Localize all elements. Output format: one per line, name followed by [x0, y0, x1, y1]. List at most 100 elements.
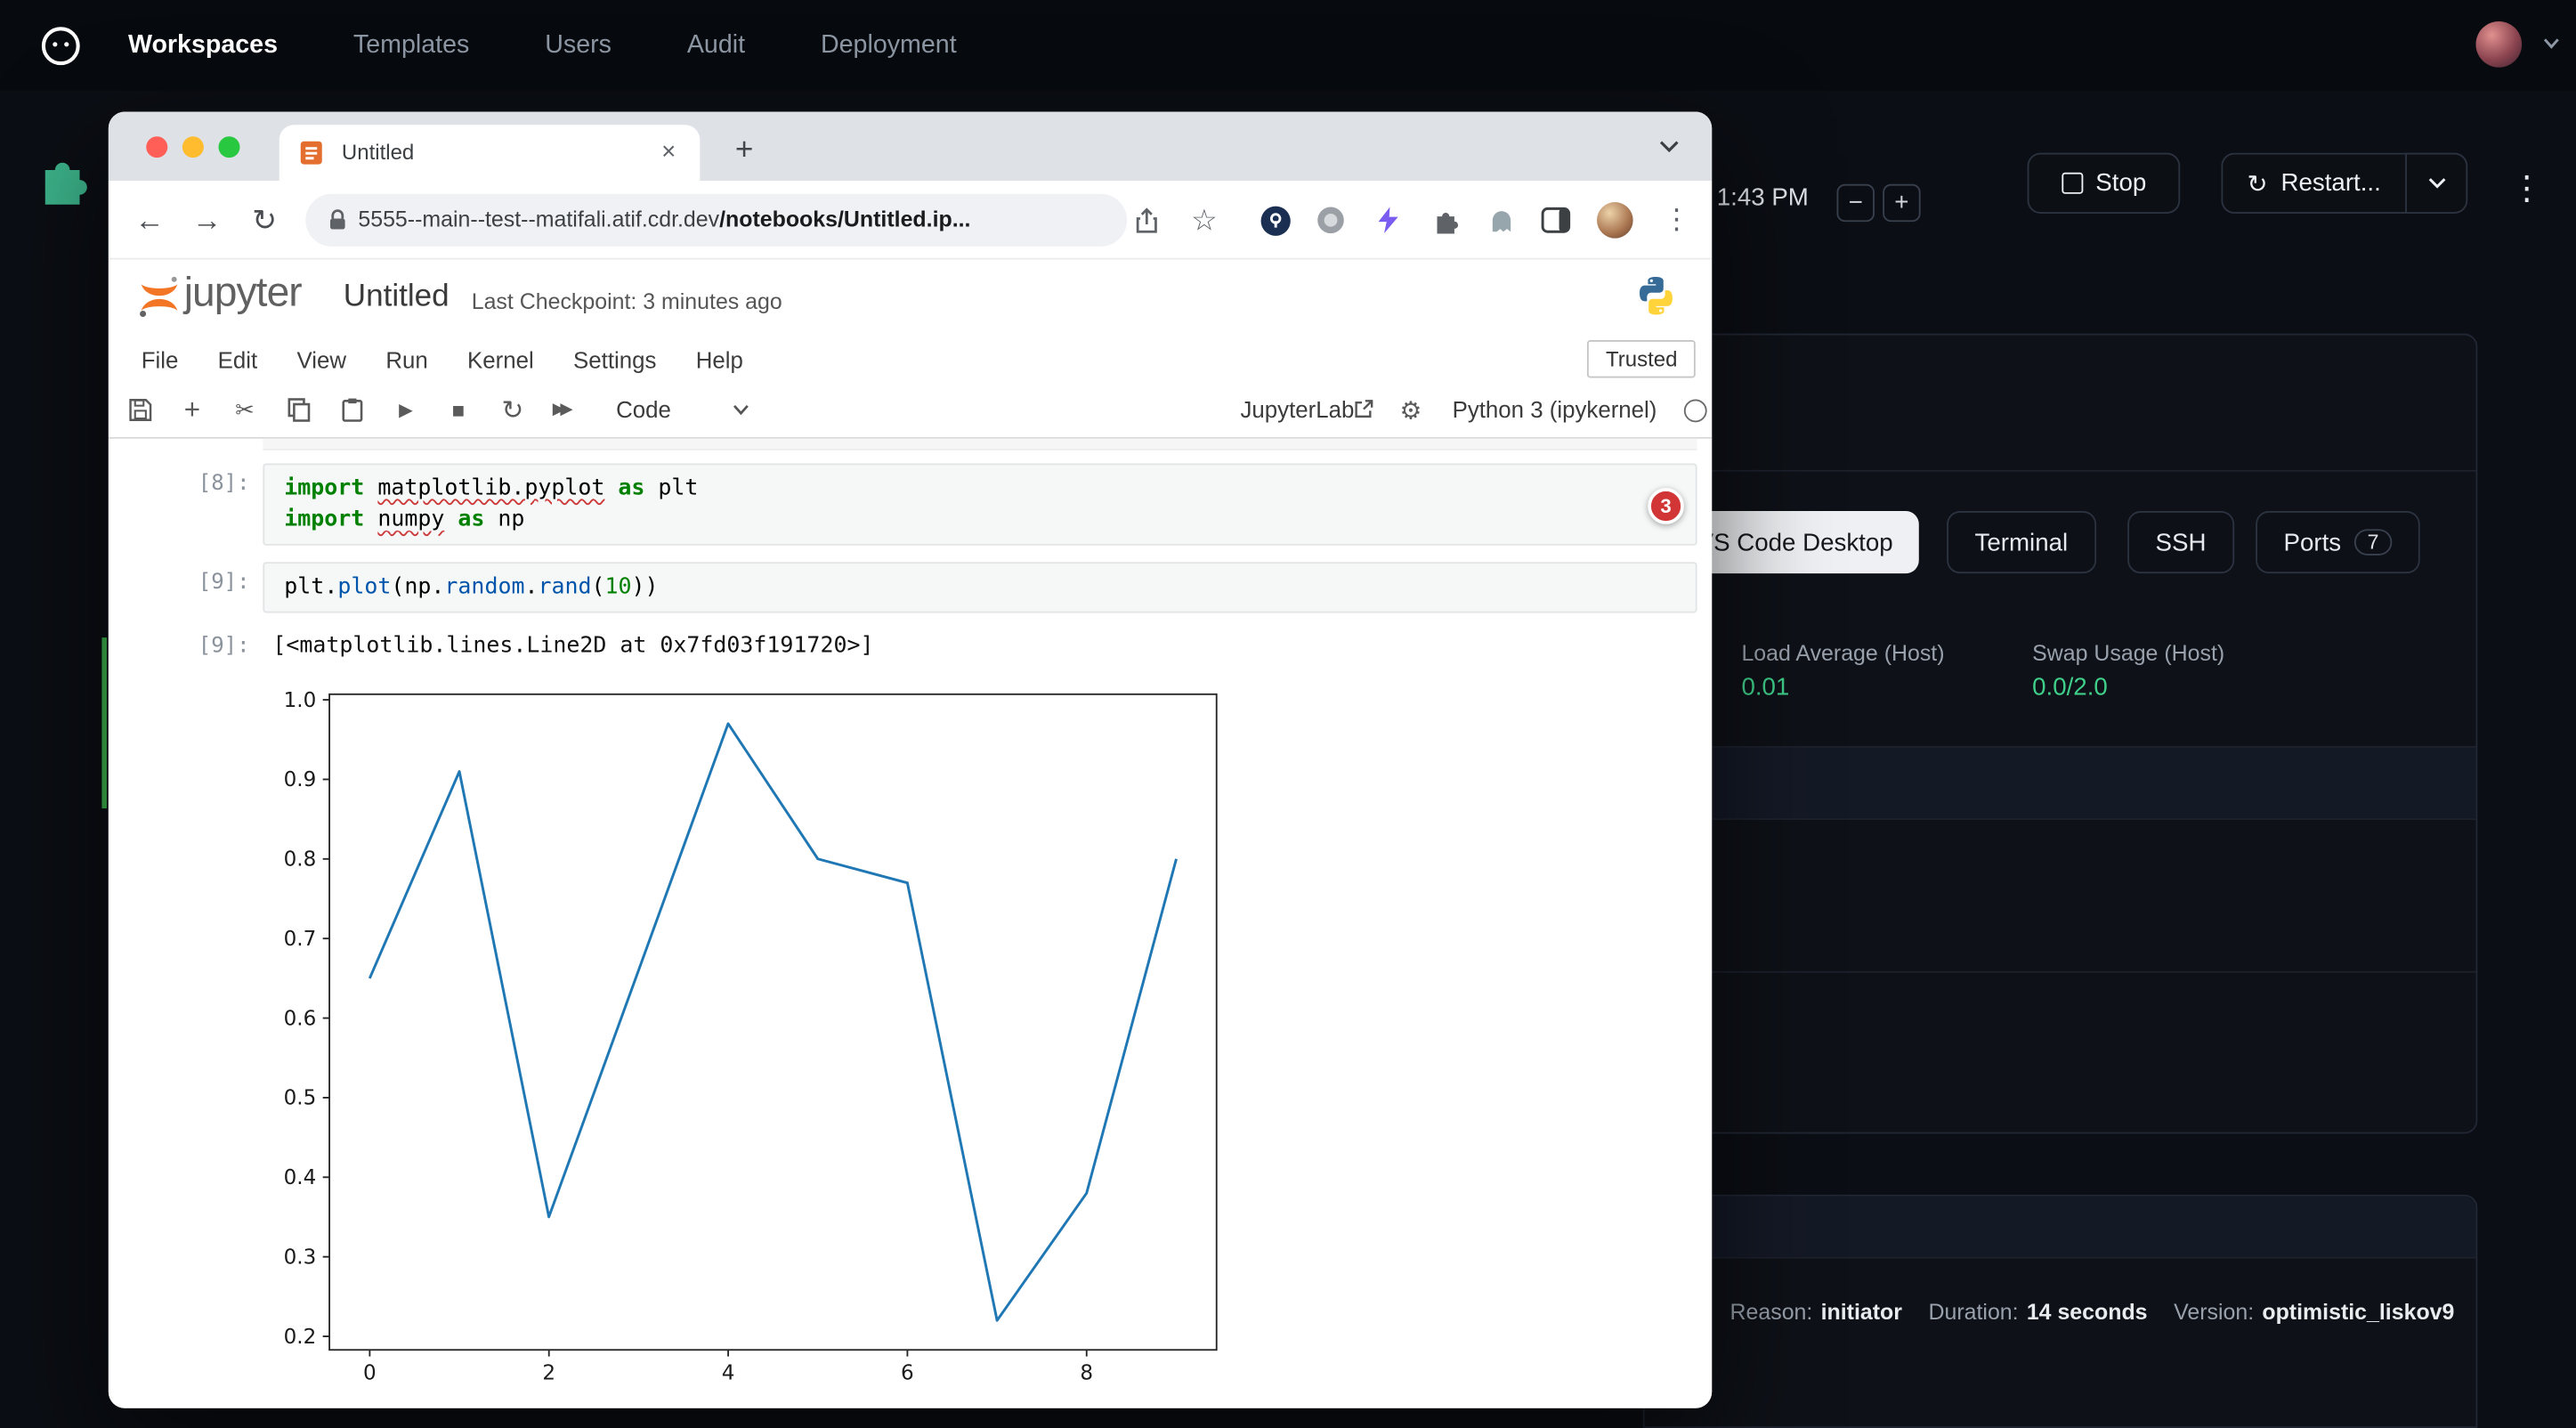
kernel-name[interactable]: Python 3 (ipykernel) [1453, 383, 1657, 437]
notebook-title[interactable]: Untitled [344, 280, 450, 316]
jupyter-header: jupyter Untitled Last Checkpoint: 3 minu… [109, 260, 1712, 337]
extension-1password-icon[interactable] [1259, 204, 1292, 237]
add-cell-button[interactable]: + [177, 383, 207, 437]
extensions-puzzle-icon[interactable] [1430, 204, 1462, 237]
nav-templates[interactable]: Templates [353, 30, 469, 60]
browser-toolbar: ← → ↻ 5555--main--test--matifali.atif.cd… [109, 181, 1712, 260]
reload-button[interactable]: ↻ [247, 181, 283, 260]
input-prompt: [8]: [142, 472, 250, 497]
screen: Workspaces Templates Users Audit Deploym… [0, 0, 2576, 1428]
nav-deployment[interactable]: Deployment [821, 30, 957, 60]
tab-strip: Untitled × + [109, 112, 1712, 182]
interrupt-kernel-button[interactable]: ■ [443, 383, 473, 437]
cell-type-caret-icon[interactable] [733, 404, 749, 416]
browser-window: Untitled × + ← → ↻ 5555--main--test--mat… [109, 112, 1712, 1408]
trusted-button[interactable]: Trusted [1588, 340, 1696, 377]
macos-close-button[interactable] [146, 136, 167, 158]
macos-minimize-button[interactable] [182, 136, 204, 158]
lock-icon[interactable] [327, 208, 348, 231]
extension-ghost-icon[interactable] [1486, 204, 1519, 237]
coder-nav: Workspaces Templates Users Audit Deploym… [128, 30, 957, 60]
output-prompt: [9]: [142, 634, 250, 659]
chevron-down-icon[interactable] [2543, 37, 2559, 49]
menu-edit[interactable]: Edit [218, 346, 258, 373]
build-version: optimistic_liskov9 [2262, 1300, 2454, 1325]
kernel-status-indicator[interactable] [1684, 400, 1707, 423]
code-cell[interactable]: plt.plot(np.random.rand(10)) [263, 562, 1697, 613]
paste-cells-button[interactable] [336, 383, 366, 437]
address-bar[interactable]: 5555--main--test--matifali.atif.cdr.dev/… [305, 194, 1127, 247]
coder-logo-icon[interactable] [33, 17, 89, 73]
jupyter-logo-icon[interactable] [138, 274, 181, 320]
output-text: [<matplotlib.lines.Line2D at 0x7fd03f191… [272, 633, 873, 660]
svg-text:8: 8 [1080, 1361, 1093, 1384]
ports-count-badge: 7 [2354, 529, 2392, 556]
svg-text:0.4: 0.4 [284, 1166, 317, 1189]
settings-gear-icon[interactable]: ⚙ [1400, 383, 1422, 437]
python-logo-icon [1634, 274, 1677, 317]
build-history-panel: Reason: initiator Duration: 14 seconds V… [1643, 1195, 2478, 1428]
notebook-favicon [299, 140, 324, 166]
open-jupyterlab-link[interactable]: JupyterLab [1241, 383, 1355, 437]
url-text: 5555--main--test--matifali.atif.cdr.dev/… [358, 194, 970, 247]
tab-close-icon[interactable]: × [654, 138, 684, 167]
extension-lightning-icon[interactable] [1372, 204, 1405, 237]
nav-users[interactable]: Users [545, 30, 612, 60]
matplotlib-figure: 0.20.30.40.50.60.70.80.91.002468 [271, 682, 1241, 1391]
cell-type-dropdown[interactable]: Code [616, 383, 671, 437]
clipped-cell-edge [263, 439, 1697, 450]
jupyter-brand-text: jupyter [184, 270, 302, 318]
copy-cells-button[interactable] [284, 383, 313, 437]
tab-search-chevron-icon[interactable] [1659, 140, 1679, 153]
jupyter-menubar: File Edit View Run Kernel Settings Help … [109, 337, 1712, 383]
svg-text:0.2: 0.2 [284, 1326, 317, 1349]
svg-text:0.8: 0.8 [284, 848, 317, 872]
macos-fullscreen-button[interactable] [218, 136, 239, 158]
code-cell[interactable]: import matplotlib.pyplot as plt import n… [263, 463, 1697, 545]
svg-text:0.3: 0.3 [284, 1245, 317, 1269]
bookmark-star-icon[interactable]: ☆ [1187, 204, 1220, 237]
ssh-button[interactable]: SSH [2127, 511, 2234, 573]
cut-cells-button[interactable]: ✂ [230, 383, 259, 437]
run-cell-button[interactable]: ▶ [391, 383, 420, 437]
extension-icon[interactable] [1315, 204, 1348, 237]
save-button[interactable] [125, 383, 154, 437]
menu-help[interactable]: Help [696, 346, 743, 373]
svg-text:0: 0 [363, 1361, 377, 1384]
browser-menu-kebab[interactable]: ⋮ [1663, 181, 1690, 260]
collaborator-count-badge[interactable]: 3 [1648, 488, 1684, 524]
browser-profile-avatar[interactable] [1597, 202, 1633, 239]
tab-title: Untitled [342, 125, 414, 181]
external-link-icon[interactable] [1354, 400, 1373, 419]
menu-kernel[interactable]: Kernel [467, 346, 534, 373]
new-tab-button[interactable]: + [719, 125, 768, 181]
notebook-toolbar: + ✂ ▶ ■ ↻ ▶▶ Code JupyterLab ⚙ [109, 383, 1712, 439]
share-icon[interactable] [1130, 204, 1163, 237]
ports-button[interactable]: Ports 7 [2256, 511, 2420, 573]
browser-tab[interactable]: Untitled × [279, 125, 700, 181]
stat-load-average: Load Average (Host) 0.01 [1741, 641, 1944, 702]
back-button[interactable]: ← [132, 181, 168, 260]
restart-run-all-button[interactable]: ▶▶ [546, 383, 575, 437]
svg-text:1.0: 1.0 [284, 689, 317, 712]
stat-value: 0.0/2.0 [2032, 674, 2224, 702]
forward-button[interactable]: → [189, 181, 225, 260]
terminal-button[interactable]: Terminal [1947, 511, 2095, 573]
menu-run[interactable]: Run [385, 346, 427, 373]
nav-workspaces[interactable]: Workspaces [128, 30, 278, 60]
menu-file[interactable]: File [142, 346, 179, 373]
menu-settings[interactable]: Settings [573, 346, 656, 373]
code-line: import matplotlib.pyplot as plt [284, 474, 1675, 505]
svg-text:0.6: 0.6 [284, 1007, 317, 1030]
notebook-content: [8]: import matplotlib.pyplot as plt imp… [109, 439, 1712, 1408]
svg-text:6: 6 [901, 1361, 914, 1384]
code-line: import numpy as np [284, 505, 1675, 536]
svg-text:0.5: 0.5 [284, 1087, 317, 1110]
restart-kernel-button[interactable]: ↻ [498, 383, 527, 437]
panel-header [1645, 1197, 2476, 1259]
sidebar-toggle-icon[interactable] [1539, 204, 1572, 237]
build-meta-row: Reason: initiator Duration: 14 seconds V… [1730, 1300, 2481, 1325]
menu-view[interactable]: View [296, 346, 346, 373]
user-avatar[interactable] [2475, 21, 2522, 68]
nav-audit[interactable]: Audit [687, 30, 745, 60]
